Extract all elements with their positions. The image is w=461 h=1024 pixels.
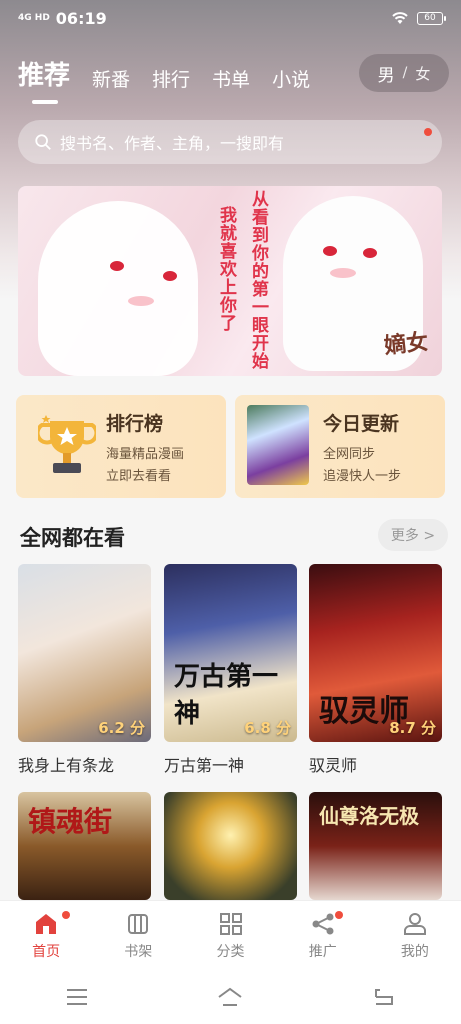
book-title: 万古第一神 [164, 756, 245, 775]
search-icon [35, 134, 51, 150]
badge-dot [62, 911, 70, 919]
book-title: 驭灵师 [309, 756, 358, 775]
ranking-line-2: 立即去看看 [106, 469, 172, 484]
tab-booklist[interactable]: 书单 [212, 65, 250, 96]
book-cover: 驭灵师 8.7 分 [309, 564, 442, 742]
tab-promote[interactable]: 推广 [277, 901, 369, 970]
promo-banner[interactable]: 我就喜欢上你了 从看到你的第一眼开始 嫡女 [18, 186, 442, 376]
gender-male[interactable]: 男 [378, 61, 395, 86]
notification-dot [424, 128, 432, 136]
book-card[interactable]: 万古第一神 6.8 分 万古第一神 [164, 564, 297, 776]
book-card[interactable]: 仙尊洛无极 [309, 792, 442, 900]
tab-category-label: 分类 [216, 943, 245, 960]
gender-female[interactable]: 女 [415, 63, 430, 84]
tab-profile[interactable]: 我的 [369, 901, 461, 970]
top-nav: 推荐 新番 排行 书单 小说 [18, 52, 310, 104]
signal-icon: 4G HD [18, 12, 50, 23]
tab-ranking[interactable]: 排行 [152, 65, 190, 96]
update-line-1: 全网同步 [323, 447, 376, 462]
badge-dot [334, 911, 343, 919]
bookshelf-icon [128, 913, 149, 934]
ranking-title: 排行榜 [106, 413, 164, 435]
book-cover: 镇魂街 [18, 792, 151, 900]
search-bar[interactable]: 搜书名、作者、主角，一搜即有 [18, 120, 442, 164]
tab-category[interactable]: 分类 [184, 901, 276, 970]
book-cover: 万古第一神 6.8 分 [164, 564, 297, 742]
banner-eye [363, 248, 377, 258]
book-score: 6.8 分 [244, 719, 291, 737]
book-card[interactable] [164, 792, 297, 900]
book-score: 8.7 分 [389, 719, 436, 737]
home-nav-icon[interactable] [217, 986, 243, 1008]
tab-promote-label: 推广 [308, 943, 337, 960]
book-cover-title: 镇魂街 [28, 805, 113, 838]
update-thumbnail [247, 405, 309, 485]
tab-profile-label: 我的 [400, 943, 429, 960]
book-cover [164, 792, 297, 900]
tab-home-label: 首页 [32, 943, 61, 960]
today-update-card[interactable]: 今日更新 全网同步 追漫快人一步 [235, 395, 445, 498]
trophy-icon [38, 415, 96, 473]
tab-new[interactable]: 新番 [92, 65, 130, 96]
ranking-card[interactable]: 排行榜 海量精品漫画 立即去看看 [16, 395, 226, 498]
banner-eye [110, 261, 124, 271]
tab-novel[interactable]: 小说 [272, 65, 310, 96]
gender-separator: / [402, 65, 408, 81]
book-card[interactable]: 镇魂街 [18, 792, 151, 900]
update-title: 今日更新 [323, 413, 400, 435]
share-icon [312, 913, 334, 934]
book-title: 我身上有条龙 [18, 756, 115, 775]
tab-bookshelf-label: 书架 [124, 943, 153, 960]
more-button[interactable]: 更多 > [378, 519, 448, 551]
update-line-2: 追漫快人一步 [323, 469, 402, 484]
bottom-tab-bar: 首页 书架 分类 推广 我的 [0, 900, 461, 970]
book-cover: 6.2 分 [18, 564, 151, 742]
profile-icon [403, 912, 426, 935]
book-card[interactable]: 6.2 分 我身上有条龙 [18, 564, 151, 776]
search-placeholder: 搜书名、作者、主角，一搜即有 [60, 134, 285, 153]
banner-character-left [38, 201, 198, 376]
wifi-icon [392, 12, 408, 24]
status-bar: 4G HD 06:19 60 [0, 0, 461, 36]
home-icon [36, 913, 57, 934]
book-cover: 仙尊洛无极 [309, 792, 442, 900]
tab-home[interactable]: 首页 [0, 901, 92, 970]
menu-icon[interactable] [64, 986, 90, 1008]
banner-cheek [128, 296, 154, 306]
banner-cheek [330, 268, 356, 278]
book-score: 6.2 分 [98, 719, 145, 737]
gender-toggle[interactable]: 男 / 女 [359, 54, 449, 92]
book-cover-title: 仙尊洛无极 [319, 804, 419, 828]
tab-recommend[interactable]: 推荐 [18, 55, 70, 104]
section-title: 全网都在看 [20, 526, 125, 550]
ranking-line-1: 海量精品漫画 [106, 447, 185, 462]
category-icon [219, 912, 242, 935]
clock: 06:19 [55, 8, 107, 28]
banner-eye [323, 246, 337, 256]
banner-eye [163, 271, 177, 281]
back-icon[interactable] [371, 986, 397, 1008]
book-card[interactable]: 驭灵师 8.7 分 驭灵师 [309, 564, 442, 776]
tab-bookshelf[interactable]: 书架 [92, 901, 184, 970]
system-nav-bar [0, 970, 461, 1024]
battery-icon: 60 [417, 11, 446, 25]
banner-quote-1: 我就喜欢上你了 [216, 206, 236, 332]
banner-title-art: 嫡女 [382, 328, 430, 360]
banner-quote-2: 从看到你的第一眼开始 [248, 190, 268, 370]
